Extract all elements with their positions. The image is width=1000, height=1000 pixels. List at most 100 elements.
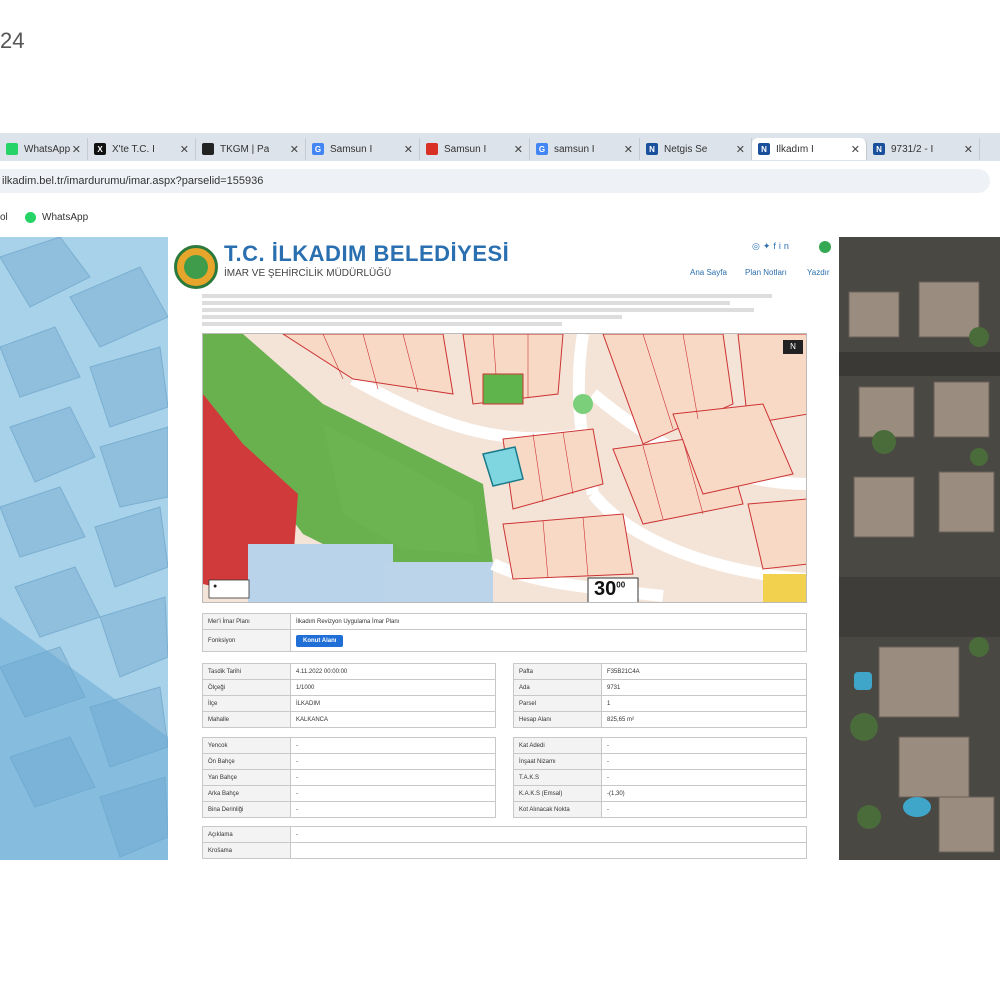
function-label: Fonksiyon [202, 629, 291, 652]
browser-tab[interactable]: Gsamsun İ ✕ [530, 138, 640, 160]
plan-label: Mer'i İmar Planı [202, 613, 291, 630]
city-blocks-illustration [0, 237, 168, 860]
close-tab-icon[interactable]: ✕ [404, 143, 413, 156]
whatsapp-icon [6, 143, 18, 155]
field-label: Ada [513, 679, 602, 696]
field-label: Arka Bahçe [202, 785, 291, 802]
table-row: Kat Adedi - [513, 737, 807, 754]
parcel-table: Pafta F35B21C4A Ada 9731 Parsel 1 Hesap Alanı 8… [513, 663, 807, 728]
instagram-icon[interactable]: ◎ [752, 241, 763, 251]
table-row: İnşaat Nizamı - [513, 753, 807, 770]
nav-print[interactable]: Yazdır [807, 268, 830, 277]
browser-tab-strip: WhatsApp ✕ X X'te T.C. İ ✕ TKGM | Pa ✕ G Samsun … [0, 133, 1000, 161]
table-row: T.A.K.S - [513, 769, 807, 786]
tab-label: Netgis Se [664, 143, 708, 155]
bookmark-label: ol [0, 212, 8, 223]
field-value: 1 [601, 695, 807, 712]
field-value: - [290, 785, 496, 802]
aerial-houses-illustration [839, 237, 1000, 860]
netgis-icon: N [646, 143, 658, 155]
table-row: Mahalle KALKANCA [202, 711, 496, 728]
page-title: T.C. İLKADIM BELEDİYESİ [224, 241, 510, 266]
url-field[interactable]: ilkadim.bel.tr/imardurumu/imar.aspx?pars… [0, 169, 990, 193]
page-subtitle: İMAR VE ŞEHİRCİLİK MÜDÜRLÜĞÜ [224, 268, 392, 279]
browser-tab[interactable]: N Netgis Se ✕ [640, 138, 752, 160]
linkedin-icon[interactable]: in [779, 241, 792, 251]
field-label: Ölçeği [202, 679, 291, 696]
zoning-map[interactable]: 3000 N ● [202, 333, 807, 603]
close-tab-icon[interactable]: ✕ [180, 143, 189, 156]
field-label: K.A.K.S (Emsal) [513, 785, 602, 802]
browser-tab[interactable]: WhatsApp ✕ [0, 138, 88, 160]
field-value: - [290, 769, 496, 786]
browser-tab[interactable]: X X'te T.C. İ ✕ [88, 138, 196, 160]
field-label: Kat Adedi [513, 737, 602, 754]
tab-label: Samsun İ [330, 143, 373, 155]
field-label: Yencok [202, 737, 291, 754]
browser-tab[interactable]: N İlkadım İ ✕ [752, 138, 867, 160]
bookmark-label: WhatsApp [42, 212, 89, 223]
google-icon: G [536, 143, 548, 155]
browser-tab[interactable]: N 9731/2 - İ ✕ [867, 138, 980, 160]
approval-table: Tasdik Tarihi 4.11.2022 00:00:00 Ölçeği 1/1… [202, 663, 496, 728]
close-tab-icon[interactable]: ✕ [514, 143, 523, 156]
table-row: Ölçeği 1/1000 [202, 679, 496, 696]
field-label: Ön Bahçe [202, 753, 291, 770]
field-label: Yan Bahçe [202, 769, 291, 786]
table-row: Kot Alınacak Nokta - [513, 801, 807, 818]
table-row: Pafta F35B21C4A [513, 663, 807, 680]
close-tab-icon[interactable]: ✕ [624, 143, 633, 156]
table-row: Ada 9731 [513, 679, 807, 696]
field-value: F35B21C4A [601, 663, 807, 680]
browser-tab[interactable]: G Samsun İ ✕ [306, 138, 420, 160]
field-label: Açıklama [202, 826, 291, 843]
table-row: Hesap Alanı 825,65 m² [513, 711, 807, 728]
close-tab-icon[interactable]: ✕ [964, 143, 973, 156]
building-rules-table: Kat Adedi - İnşaat Nizamı - T.A.K.S - K.A.K.S … [513, 737, 807, 818]
plan-info-table: Mer'i İmar Planı İlkadım Revizyon Uygula… [202, 613, 807, 652]
browser-tab[interactable]: Samsun İ ✕ [420, 138, 530, 160]
map-scale-value: 3000 [594, 578, 626, 600]
close-tab-icon[interactable]: ✕ [72, 143, 81, 156]
table-row: Bina Derinliği - [202, 801, 496, 818]
field-value: -(1,30) [601, 785, 807, 802]
field-value: 1/1000 [290, 679, 496, 696]
table-row: Ön Bahçe - [202, 753, 496, 770]
field-value: 4.11.2022 00:00:00 [290, 663, 496, 680]
close-tab-icon[interactable]: ✕ [851, 143, 860, 156]
tab-label: İlkadım İ [776, 143, 814, 155]
table-row: Arka Bahçe - [202, 785, 496, 802]
city-render-background [0, 237, 168, 860]
field-value: - [601, 801, 807, 818]
field-label: Krošama [202, 842, 291, 859]
nav-plan-notes[interactable]: Plan Notları [745, 268, 787, 277]
close-tab-icon[interactable]: ✕ [736, 143, 745, 156]
field-value: İLKADIM [290, 695, 496, 712]
table-row: Açıklama - [202, 826, 807, 843]
field-value: - [290, 826, 807, 843]
close-tab-icon[interactable]: ✕ [290, 143, 299, 156]
tab-label: WhatsApp [24, 143, 71, 155]
field-value: - [290, 801, 496, 818]
north-arrow-icon: N [783, 340, 803, 354]
bookmark-item[interactable]: ol [0, 212, 8, 223]
plan-notes-text [202, 293, 802, 329]
accessibility-icon[interactable] [819, 241, 831, 253]
nav-home[interactable]: Ana Sayfa [690, 268, 727, 277]
legend-toggle-icon[interactable]: ● [213, 583, 217, 590]
table-row: Fonksiyon Konut Alanı [202, 629, 807, 652]
table-row: Tasdik Tarihi 4.11.2022 00:00:00 [202, 663, 496, 680]
field-value: KALKANCA [290, 711, 496, 728]
browser-tab[interactable]: TKGM | Pa ✕ [196, 138, 306, 160]
table-row: Parsel 1 [513, 695, 807, 712]
x-icon: X [94, 143, 106, 155]
field-label: Mahalle [202, 711, 291, 728]
table-row: K.A.K.S (Emsal) -(1,30) [513, 785, 807, 802]
field-value: - [290, 737, 496, 754]
page-number: 24 [0, 28, 25, 53]
field-value [290, 842, 807, 859]
twitter-icon[interactable]: ✦ [763, 241, 774, 251]
notes-table: Açıklama - Krošama [202, 826, 807, 859]
bookmark-whatsapp[interactable]: WhatsApp [25, 212, 88, 223]
function-button[interactable]: Konut Alanı [296, 634, 344, 647]
